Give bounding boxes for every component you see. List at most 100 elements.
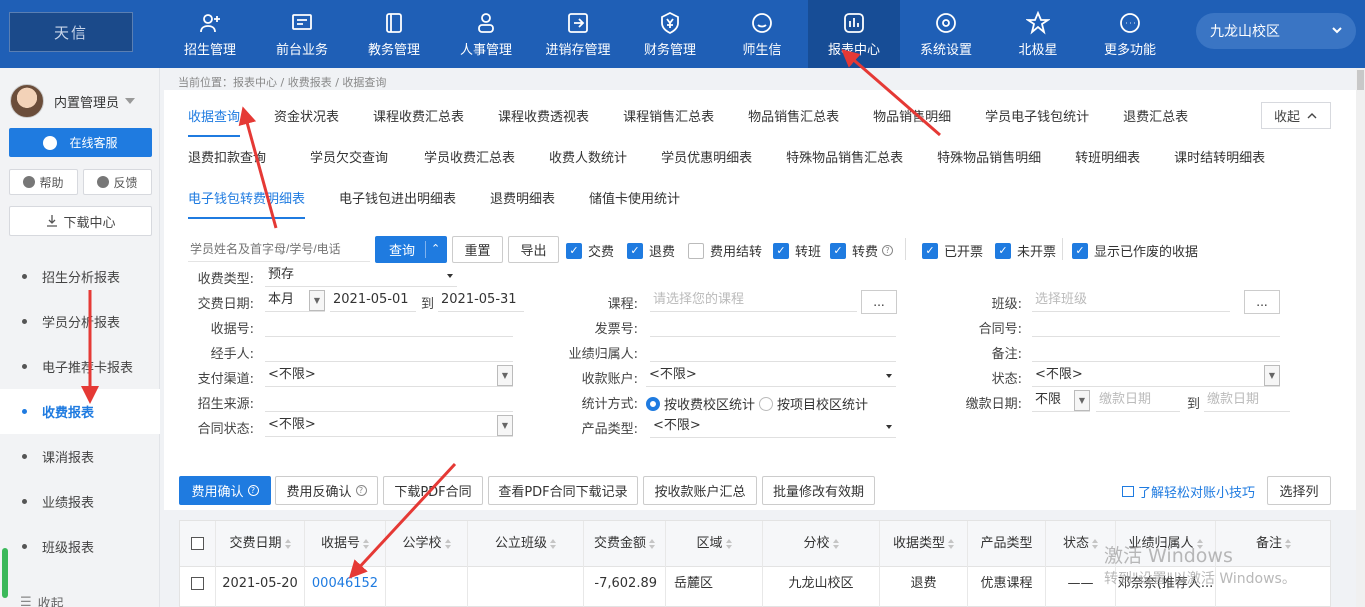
export-button[interactable]: 导出 <box>508 236 559 263</box>
course-picker-button[interactable]: ... <box>861 290 897 314</box>
nav-settings[interactable]: 系统设置 <box>900 0 992 68</box>
pay-date-range-select[interactable]: 不限 ▼ <box>1032 390 1090 412</box>
tab-e-wallet-inout[interactable]: 电子钱包进出明细表 <box>339 188 456 219</box>
col-branch[interactable]: 分校 <box>763 521 880 567</box>
col-receipt-type[interactable]: 收据类型 <box>880 521 968 567</box>
col-amount[interactable]: 交费金额 <box>584 521 666 567</box>
radio-by-project-campus[interactable]: 按项目校区统计 <box>759 394 868 413</box>
tab-course-sales-summary[interactable]: 课程销售汇总表 <box>623 106 714 137</box>
user-profile[interactable]: 内置管理员 <box>10 84 136 118</box>
pay-channel-select[interactable]: <不限> ▼ <box>265 365 513 387</box>
fee-unconfirm-button[interactable]: 费用反确认? <box>275 476 378 505</box>
search-input[interactable] <box>188 236 370 262</box>
nav-finance[interactable]: 财务管理 <box>624 0 716 68</box>
pdf-download-record-button[interactable]: 查看PDF合同下载记录 <box>488 476 638 505</box>
col-receipt-no[interactable]: 收据号 <box>305 521 386 567</box>
tab-e-wallet-transfer[interactable]: 电子钱包转费明细表 <box>188 188 306 219</box>
tab-student-fee-summary[interactable]: 学员收费汇总表 <box>424 147 515 176</box>
sidebar-item-performance[interactable]: 业绩报表 <box>0 479 160 524</box>
feedback-button[interactable]: 反馈 <box>83 169 152 195</box>
nav-inventory[interactable]: 进销存管理 <box>532 0 624 68</box>
tab-refund-deduction[interactable]: 退费扣款查询 <box>188 147 266 176</box>
sidebar-item-referral-card[interactable]: 电子推荐卡报表 <box>0 344 160 389</box>
choose-columns-button[interactable]: 选择列 <box>1267 476 1331 505</box>
campus-selector[interactable]: 九龙山校区 <box>1196 13 1356 49</box>
nav-academic[interactable]: 教务管理 <box>348 0 440 68</box>
status-select[interactable]: <不限> ▼ <box>1032 365 1280 387</box>
col-pay-date[interactable]: 交费日期 <box>216 521 305 567</box>
tab-special-item-summary[interactable]: 特殊物品销售汇总表 <box>786 147 903 176</box>
sidebar-item-fee-report[interactable]: 收费报表 <box>0 389 160 434</box>
pay-date-to-input[interactable]: 缴款日期 <box>1204 390 1290 412</box>
checkbox-class-transfer[interactable]: ✓ 转班 <box>773 241 821 260</box>
download-center-button[interactable]: 下载中心 <box>9 206 152 236</box>
checkbox-fee-transfer[interactable]: ✓ 转费? <box>830 241 894 260</box>
sidebar-item-class-consumption[interactable]: 课消报表 <box>0 434 160 479</box>
collapse-tabs-button[interactable]: 收起 <box>1261 102 1331 129</box>
tab-hours-carryover[interactable]: 课时结转明细表 <box>1174 147 1265 176</box>
reset-button[interactable]: 重置 <box>452 236 503 263</box>
sidebar-scrollbar[interactable] <box>2 548 8 598</box>
checkbox-not-invoiced[interactable]: ✓ 未开票 <box>995 241 1056 260</box>
class-input[interactable]: 选择班级 <box>1032 290 1230 312</box>
batch-edit-validity-button[interactable]: 批量修改有效期 <box>762 476 875 505</box>
checkbox-invoiced[interactable]: ✓ 已开票 <box>922 241 983 260</box>
nav-more[interactable]: 更多功能 <box>1084 0 1176 68</box>
sidebar-item-student-analysis[interactable]: 学员分析报表 <box>0 299 160 344</box>
online-service-button[interactable]: 在线客服 <box>9 128 152 157</box>
date-from-input[interactable]: 2021-05-01 <box>330 290 416 312</box>
nav-enrollment[interactable]: 招生管理 <box>164 0 256 68</box>
date-to-input[interactable]: 2021-05-31 <box>438 290 524 312</box>
checkbox-show-voided[interactable]: ✓ 显示已作废的收据 <box>1072 241 1198 260</box>
receipt-no-input[interactable] <box>265 315 513 337</box>
col-product-type[interactable]: 产品类型 <box>968 521 1046 567</box>
page-scrollbar[interactable] <box>1356 68 1365 607</box>
sidebar-item-enrollment-analysis[interactable]: 招生分析报表 <box>0 254 160 299</box>
tab-refund-summary[interactable]: 退费汇总表 <box>1123 106 1188 137</box>
nav-polaris[interactable]: 北极星 <box>992 0 1084 68</box>
class-picker-button[interactable]: ... <box>1244 290 1280 314</box>
expand-up-icon[interactable]: ⌃ <box>431 242 440 255</box>
reconciliation-tips-link[interactable]: 了解轻松对账小技巧 <box>1122 482 1255 501</box>
cell-receipt-no-link[interactable]: 00046152 <box>305 567 386 607</box>
tab-fee-headcount[interactable]: 收费人数统计 <box>549 147 627 176</box>
course-input[interactable]: 请选择您的课程 <box>650 290 857 312</box>
nav-reports[interactable]: 报表中心 <box>808 0 900 68</box>
handler-input[interactable] <box>265 340 513 362</box>
col-region[interactable]: 区域 <box>666 521 763 567</box>
tab-e-wallet-stats[interactable]: 学员电子钱包统计 <box>985 106 1089 137</box>
tab-fund-status[interactable]: 资金状况表 <box>274 106 339 137</box>
nav-front-desk[interactable]: 前台业务 <box>256 0 348 68</box>
tab-discount-detail[interactable]: 学员优惠明细表 <box>661 147 752 176</box>
nav-messaging[interactable]: 师生信 <box>716 0 808 68</box>
pay-date-from-input[interactable]: 缴款日期 <box>1096 390 1180 412</box>
tab-item-sales-summary[interactable]: 物品销售汇总表 <box>748 106 839 137</box>
tab-stored-card-usage[interactable]: 储值卡使用统计 <box>589 188 680 219</box>
help-button[interactable]: 帮助 <box>9 169 78 195</box>
account-select[interactable]: <不限> <box>646 365 896 387</box>
note-input[interactable] <box>1032 340 1280 362</box>
contract-input[interactable] <box>1032 315 1280 337</box>
tab-refund-detail[interactable]: 退费明细表 <box>490 188 555 219</box>
col-note[interactable]: 备注 <box>1216 521 1331 567</box>
tab-student-arrears[interactable]: 学员欠交查询 <box>310 147 388 176</box>
invoice-input[interactable] <box>650 315 896 337</box>
sidebar-collapse-button[interactable]: ☰ 收起 <box>20 593 64 607</box>
source-input[interactable] <box>265 390 513 412</box>
receipt-type-select[interactable]: 预存 <box>265 265 457 287</box>
tab-course-fee-pivot[interactable]: 课程收费透视表 <box>498 106 589 137</box>
checkbox-fee-carryover[interactable]: 费用结转 <box>688 241 762 260</box>
nav-hr[interactable]: 人事管理 <box>440 0 532 68</box>
summary-by-account-button[interactable]: 按收款账户汇总 <box>643 476 757 505</box>
radio-by-fee-campus[interactable]: 按收费校区统计 <box>646 394 755 413</box>
fee-confirm-button[interactable]: 费用确认? <box>179 476 271 505</box>
tab-special-item-detail[interactable]: 特殊物品销售明细 <box>937 147 1041 176</box>
tab-item-sales-detail[interactable]: 物品销售明细 <box>873 106 951 137</box>
select-all-checkbox[interactable] <box>180 521 216 567</box>
download-pdf-contract-button[interactable]: 下载PDF合同 <box>383 476 483 505</box>
date-range-select[interactable]: 本月 ▼ <box>265 290 325 312</box>
contract-status-select[interactable]: <不限> ▼ <box>265 415 513 437</box>
help-circle-icon[interactable]: ? <box>882 245 894 256</box>
product-type-select[interactable]: <不限> <box>650 416 896 438</box>
checkbox-payment[interactable]: ✓ 交费 <box>566 241 614 260</box>
